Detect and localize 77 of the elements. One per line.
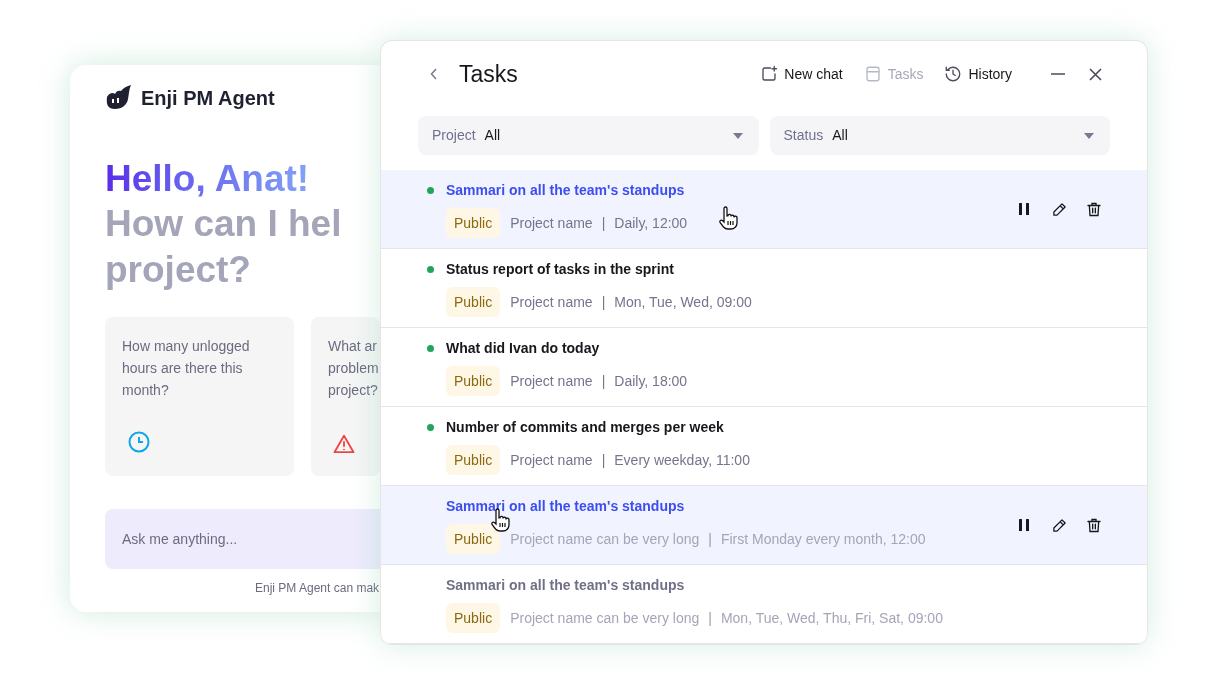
separator: | [601, 371, 606, 391]
filter-dropdown[interactable]: Project All [418, 116, 759, 155]
task-row[interactable]: Sammari on all the team's standups Public Project name can be very long | Mon, Tue, Wed, Thu, Fri, Sat, 09:00 [381, 565, 1147, 644]
visibility-badge: Public [446, 366, 501, 396]
task-schedule: First Monday every month, 12:00 [720, 529, 926, 549]
task-row[interactable]: What did Ivan do today Public Project name | Daily, 18:00 [381, 328, 1147, 407]
visibility-badge: Public [446, 603, 501, 633]
task-title: Number of commits and merges per week [446, 418, 724, 437]
trash-icon [1086, 200, 1102, 218]
suggestion-text: month? [122, 381, 169, 400]
visibility-badge: Public [446, 445, 501, 475]
visibility-badge: Public [446, 524, 501, 554]
history-icon [944, 65, 963, 83]
task-row[interactable]: Sammari on all the team's standups Public Project name can be very long | First Monday every month, 12:00 [381, 486, 1147, 565]
header-button[interactable]: New chat [760, 63, 843, 85]
separator: | [601, 213, 606, 233]
header-button[interactable]: History [944, 63, 1012, 85]
close-icon [1088, 67, 1102, 81]
warning-icon [333, 434, 355, 454]
task-schedule: Mon, Tue, Wed, Thu, Fri, Sat, 09:00 [720, 608, 943, 628]
close-button[interactable] [1087, 66, 1103, 82]
separator: | [601, 292, 606, 312]
suggestion-text: How many unlogged [122, 337, 250, 356]
project-name: Project name [510, 213, 593, 233]
delete-button[interactable] [1085, 516, 1103, 534]
brand-name: Enji PM Agent [141, 86, 275, 111]
edit-button[interactable] [1050, 516, 1068, 534]
suggestion-card[interactable]: How many unlogged hours are there this month? [105, 317, 294, 476]
project-name: Project name [510, 292, 593, 312]
minimize-icon [1051, 73, 1065, 75]
task-schedule: Daily, 12:00 [614, 213, 688, 233]
visibility-badge: Public [446, 208, 501, 238]
project-name: Project name [510, 371, 593, 391]
suggestion-text: problem [328, 359, 379, 378]
filter-dropdown[interactable]: Status All [769, 116, 1110, 155]
task-row[interactable]: Status report of tasks in the sprint Public Project name | Mon, Tue, Wed, 09:00 [381, 249, 1147, 328]
separator: | [708, 529, 712, 549]
disclaimer: Enji PM Agent can mak [255, 580, 380, 597]
edit-button[interactable] [1050, 200, 1068, 218]
task-title: What did Ivan do today [446, 339, 600, 358]
task-schedule: Daily, 18:00 [614, 371, 688, 391]
save-icon [863, 65, 882, 83]
pause-icon [1019, 203, 1029, 215]
help-question: How can I hel [105, 202, 342, 246]
pencil-icon [1051, 517, 1067, 533]
logo-icon [105, 85, 133, 111]
help-question: project? [105, 248, 251, 292]
separator: | [708, 608, 712, 628]
dropdown-caret-icon [1084, 132, 1094, 139]
task-title: Sammari on all the team's standups [446, 576, 685, 595]
task-row[interactable]: Number of commits and merges per week Public Project name | Every weekday, 11:00 [381, 407, 1147, 486]
trash-icon [1086, 516, 1102, 534]
task-row[interactable]: Sammari on all the team's standups Public Project name | Daily, 12:00 [381, 170, 1147, 249]
suggestion-text: hours are there this [122, 359, 243, 378]
task-title: Status report of tasks in the sprint [446, 260, 674, 279]
delete-button[interactable] [1085, 200, 1103, 218]
hand-cursor-icon [718, 206, 738, 230]
clock-icon [127, 430, 151, 454]
ask-input[interactable]: Ask me anything... [105, 509, 380, 569]
task-schedule: Mon, Tue, Wed, 09:00 [614, 292, 752, 312]
dropdown-caret-icon [732, 132, 743, 139]
panel-title: Tasks [459, 59, 518, 89]
project-name: Project name can be very long [510, 529, 700, 549]
project-name: Project name [510, 450, 593, 470]
task-title: Sammari on all the team's standups [446, 181, 685, 200]
back-icon [430, 68, 438, 80]
task-title: Sammari on all the team's standups [446, 497, 685, 516]
separator: | [601, 450, 606, 470]
project-name: Project name can be very long [510, 608, 700, 628]
pencil-icon [1051, 201, 1067, 217]
pause-icon [1019, 519, 1029, 531]
suggestion-text: project? [328, 381, 378, 400]
visibility-badge: Public [446, 287, 501, 317]
new-chat-icon [760, 65, 779, 83]
suggestion-card[interactable]: What ar problem project? [311, 317, 380, 476]
suggestion-text: What ar [328, 337, 377, 356]
task-schedule: Every weekday, 11:00 [614, 450, 750, 470]
